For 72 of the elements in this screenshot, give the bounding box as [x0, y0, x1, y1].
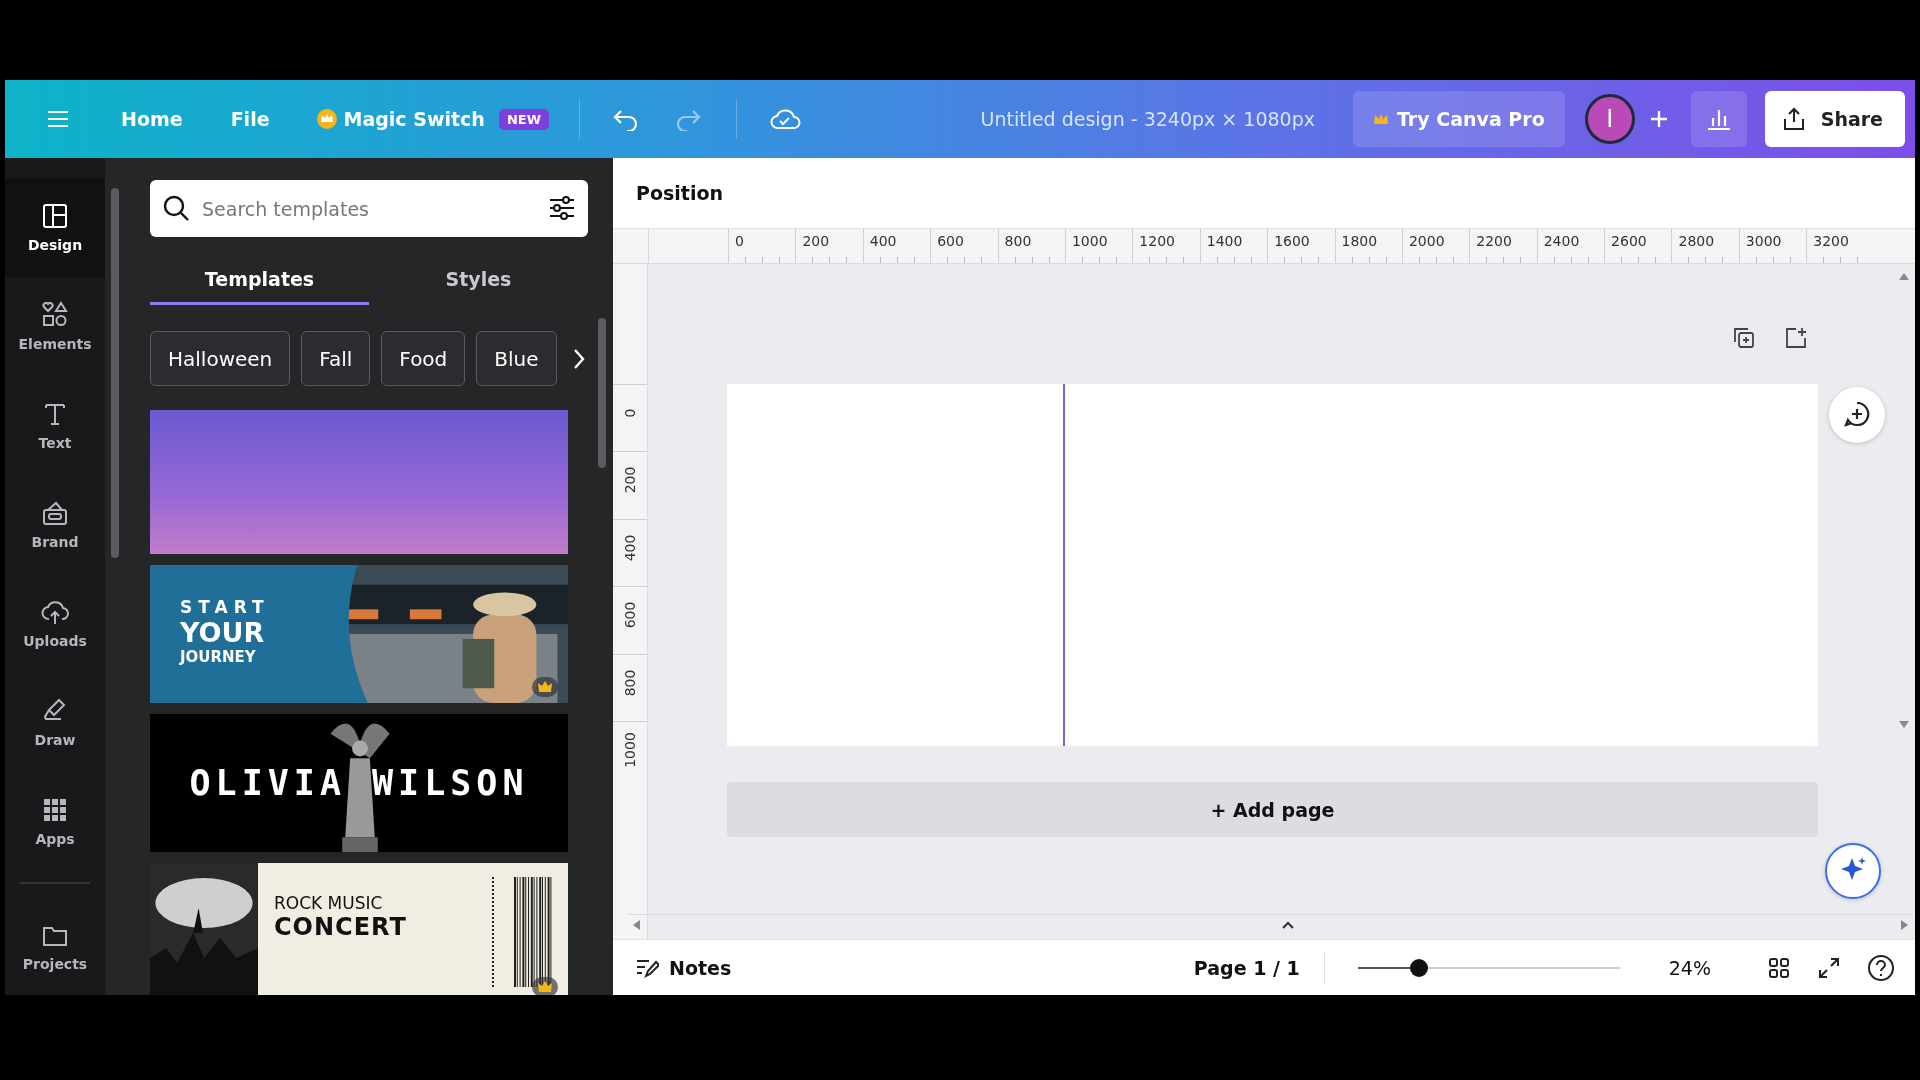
template-thumbnail[interactable]: OLIVIA WILSON — [150, 714, 568, 852]
template-text: YOUR — [180, 619, 265, 646]
ruler-label: 2200 — [1476, 233, 1512, 249]
crown-icon — [315, 108, 338, 130]
scroll-down-icon[interactable] — [1898, 719, 1910, 729]
filter-icon[interactable] — [548, 194, 576, 222]
position-label: Position — [636, 182, 723, 204]
ruler-label: 3000 — [1745, 233, 1782, 249]
ruler-label: 0 — [622, 408, 638, 418]
rail-item[interactable]: Uploads — [5, 573, 105, 673]
share-button[interactable]: Share — [1764, 91, 1905, 147]
template-thumbnail[interactable] — [150, 410, 568, 554]
search-icon — [162, 194, 190, 222]
search-field[interactable]: Search templates — [150, 180, 588, 237]
add-page-button[interactable]: + Add page — [727, 782, 1818, 837]
try-pro-button[interactable]: Try Canva Pro — [1353, 91, 1565, 147]
template-text: START — [180, 599, 270, 616]
scroll-up-icon[interactable] — [1898, 272, 1910, 282]
ruler-label: 200 — [622, 467, 638, 494]
rail-item[interactable]: Design — [5, 178, 105, 277]
analytics-icon[interactable] — [1690, 91, 1747, 147]
new-badge: NEW — [498, 108, 549, 130]
page-indicator[interactable]: Page 1 / 1 — [1193, 956, 1300, 979]
ruler-label: 1000 — [622, 732, 638, 768]
ruler-label: 2800 — [1678, 233, 1715, 249]
comment-icon[interactable] — [1829, 387, 1885, 443]
ruler-label: 2400 — [1543, 233, 1580, 249]
scroll-left-icon[interactable] — [632, 919, 642, 931]
rail-item[interactable]: Elements — [5, 276, 105, 376]
rail-item[interactable]: Apps — [5, 771, 105, 871]
template-thumbnail[interactable]: ROCK MUSIC CONCERT — [150, 863, 568, 995]
ruler-label: 400 — [869, 233, 897, 249]
ruler-label: 1800 — [1341, 233, 1378, 249]
scrollbar-thumb[interactable] — [598, 318, 606, 468]
chevron-up-icon — [1281, 921, 1295, 929]
zoom-slider-thumb[interactable] — [1410, 958, 1429, 977]
category-chip[interactable]: Blue — [476, 331, 557, 386]
ruler-label: 600 — [937, 233, 964, 249]
ruler-label: 2000 — [1408, 233, 1445, 249]
panel-tab[interactable]: Styles — [369, 255, 588, 305]
template-text: CONCERT — [274, 913, 408, 941]
category-chip[interactable]: Fall — [301, 331, 371, 386]
ruler-label: 3200 — [1813, 233, 1849, 249]
ruler-label: 2600 — [1611, 233, 1647, 249]
category-chip[interactable]: Food — [381, 331, 466, 386]
template-text: JOURNEY — [180, 650, 256, 665]
rail-item[interactable]: Draw — [5, 672, 105, 772]
ruler-label: 600 — [622, 601, 638, 629]
ruler-label: 200 — [802, 233, 830, 249]
ruler-label: 800 — [622, 669, 638, 696]
scroll-right-icon[interactable] — [1899, 919, 1909, 931]
avatar[interactable]: I — [1584, 94, 1635, 144]
sparkle-icon[interactable] — [1825, 843, 1881, 899]
template-thumbnail[interactable]: START YOUR JOURNEY — [150, 565, 568, 703]
zoom-percentage[interactable]: 24% — [1668, 956, 1711, 979]
ruler-label: 1200 — [1139, 233, 1175, 249]
panel-tab[interactable]: Templates — [150, 255, 369, 305]
category-chip[interactable]: Halloween — [150, 331, 291, 386]
ruler-label: 1600 — [1274, 233, 1310, 249]
rail-item[interactable]: Text — [5, 375, 105, 475]
ruler-label: 800 — [1004, 233, 1032, 249]
crown-icon — [1373, 112, 1389, 126]
ruler-label: 400 — [622, 534, 638, 562]
notes-button[interactable]: Notes — [635, 956, 732, 979]
ruler-label: 1400 — [1206, 233, 1243, 249]
rail-item[interactable]: Brand — [5, 474, 105, 574]
ruler-label: 1000 — [1071, 233, 1108, 249]
scrollbar-thumb[interactable] — [111, 188, 119, 558]
template-text: ROCK MUSIC — [274, 893, 384, 913]
rail-item[interactable]: Projects — [5, 896, 105, 995]
template-text: OLIVIA WILSON — [189, 763, 529, 803]
ruler-label: 0 — [735, 233, 744, 249]
